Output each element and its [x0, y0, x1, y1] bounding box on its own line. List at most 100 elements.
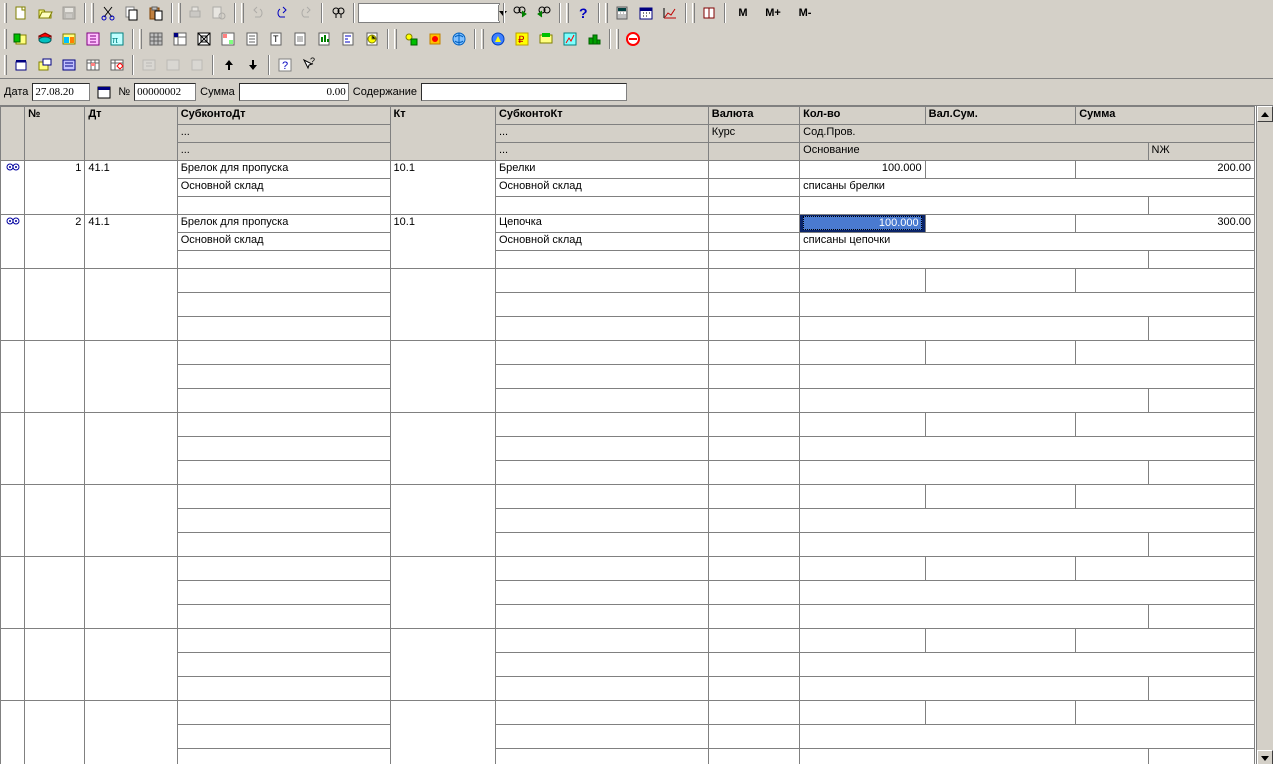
cell-subdt2[interactable]: [177, 725, 390, 749]
cell-kt[interactable]: 10.1: [390, 161, 495, 215]
cell-osn[interactable]: [800, 677, 1148, 701]
copy-button[interactable]: [120, 1, 144, 25]
cell-sod[interactable]: [800, 509, 1255, 533]
cell-nzh[interactable]: [1148, 749, 1255, 764]
tb-8[interactable]: [192, 27, 216, 51]
cell-valsum[interactable]: [925, 341, 1076, 365]
row-marker[interactable]: [1, 215, 25, 269]
cell-subdt2[interactable]: Основной склад: [177, 233, 390, 251]
cell-nzh[interactable]: [1148, 197, 1255, 215]
row-marker[interactable]: [1, 269, 25, 341]
find-prev-button[interactable]: [532, 1, 556, 25]
cell-dt[interactable]: 41.1: [85, 215, 177, 269]
cell-subdt1[interactable]: [177, 341, 390, 365]
col-subdt-3[interactable]: ...: [177, 143, 390, 161]
cell-subkt3[interactable]: [495, 749, 708, 764]
toolbar-grip[interactable]: [241, 3, 244, 23]
cell-osn[interactable]: [800, 533, 1148, 557]
col-subdt[interactable]: СубконтоДт: [177, 107, 390, 125]
cell-kurs[interactable]: [708, 365, 799, 389]
cell-subdt3[interactable]: [177, 317, 390, 341]
cell-subkt1[interactable]: [495, 269, 708, 293]
tb3-1[interactable]: [9, 53, 33, 77]
find-button[interactable]: [326, 1, 350, 25]
move-up-button[interactable]: [217, 53, 241, 77]
cell-sod[interactable]: списаны цепочки: [800, 233, 1255, 251]
move-down-button[interactable]: [241, 53, 265, 77]
redo-button[interactable]: [270, 1, 294, 25]
cell-sum[interactable]: [1076, 413, 1255, 437]
vertical-scrollbar[interactable]: [1256, 106, 1273, 764]
tb-16[interactable]: [399, 27, 423, 51]
cell-nzh[interactable]: [1148, 389, 1255, 413]
col-sod[interactable]: Сод.Пров.: [800, 125, 1255, 143]
cell-dt[interactable]: [85, 485, 177, 557]
cell-qty[interactable]: [800, 701, 925, 725]
cell-kt[interactable]: [390, 269, 495, 341]
cell-valsum[interactable]: [925, 701, 1076, 725]
toolbar-grip[interactable]: [692, 3, 695, 23]
cell-nzh[interactable]: [1148, 533, 1255, 557]
cell-val3[interactable]: [708, 197, 799, 215]
cell-sum[interactable]: [1076, 269, 1255, 293]
tb-23[interactable]: [582, 27, 606, 51]
date-picker-button[interactable]: [94, 82, 114, 102]
cell-osn[interactable]: [800, 749, 1148, 764]
cell-osn[interactable]: [800, 251, 1148, 269]
cell-num[interactable]: [25, 557, 85, 629]
cell-subkt1[interactable]: [495, 341, 708, 365]
cell-subkt2[interactable]: [495, 293, 708, 317]
col-kt[interactable]: Кт: [390, 107, 495, 161]
cell-val3[interactable]: [708, 317, 799, 341]
cell-subkt1[interactable]: [495, 485, 708, 509]
cell-val[interactable]: [708, 485, 799, 509]
cell-num[interactable]: 1: [25, 161, 85, 215]
cell-kt[interactable]: [390, 485, 495, 557]
cell-subdt3[interactable]: [177, 677, 390, 701]
cell-sod[interactable]: [800, 581, 1255, 605]
col-sum[interactable]: Сумма: [1076, 107, 1255, 125]
cell-nzh[interactable]: [1148, 317, 1255, 341]
cell-osn[interactable]: [800, 461, 1148, 485]
col-subdt-2[interactable]: ...: [177, 125, 390, 143]
toolbar-grip[interactable]: [178, 3, 181, 23]
help2-button[interactable]: ?: [273, 53, 297, 77]
cell-subkt3[interactable]: [495, 389, 708, 413]
tb-7[interactable]: [168, 27, 192, 51]
date-input[interactable]: [32, 83, 90, 101]
cell-subkt3[interactable]: [495, 533, 708, 557]
row-marker[interactable]: [1, 701, 25, 764]
tb-14[interactable]: [336, 27, 360, 51]
cell-qty[interactable]: 100.000: [800, 161, 925, 179]
cell-dt[interactable]: [85, 413, 177, 485]
cell-subdt1[interactable]: [177, 557, 390, 581]
cell-kurs[interactable]: [708, 653, 799, 677]
cell-val3[interactable]: [708, 251, 799, 269]
tb-15[interactable]: [360, 27, 384, 51]
cell-subdt3[interactable]: [177, 533, 390, 557]
refs-button[interactable]: [81, 27, 105, 51]
cell-subkt3[interactable]: [495, 461, 708, 485]
cell-qty[interactable]: [800, 269, 925, 293]
cell-val[interactable]: [708, 629, 799, 653]
cell-val[interactable]: [708, 269, 799, 293]
tb-13[interactable]: [312, 27, 336, 51]
cell-sod[interactable]: списаны брелки: [800, 179, 1255, 197]
cell-subdt1[interactable]: [177, 629, 390, 653]
toolbar-grip[interactable]: [605, 3, 608, 23]
rates-button[interactable]: [658, 1, 682, 25]
toolbar-grip[interactable]: [566, 3, 569, 23]
docs-button[interactable]: [57, 27, 81, 51]
tb-19[interactable]: [486, 27, 510, 51]
toolbar-grip[interactable]: [139, 29, 142, 49]
cell-sum[interactable]: 200.00: [1076, 161, 1255, 179]
entries-table[interactable]: № Дт СубконтоДт Кт СубконтоКт Валюта Кол…: [0, 106, 1255, 764]
cell-valsum[interactable]: [925, 629, 1076, 653]
row-marker[interactable]: [1, 629, 25, 701]
row-marker[interactable]: [1, 557, 25, 629]
cell-kurs[interactable]: [708, 581, 799, 605]
cell-osn[interactable]: [800, 197, 1148, 215]
cell-dt[interactable]: [85, 557, 177, 629]
cell-subdt3[interactable]: [177, 197, 390, 215]
cell-subkt3[interactable]: [495, 251, 708, 269]
